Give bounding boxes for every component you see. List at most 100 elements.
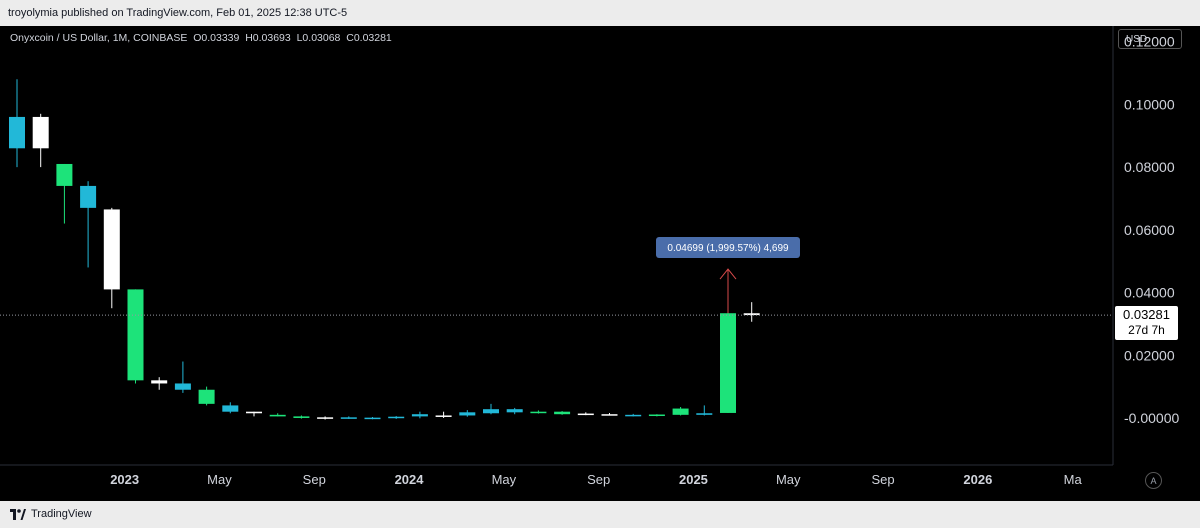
candle-body bbox=[506, 409, 523, 413]
candle-body bbox=[174, 383, 191, 390]
candle bbox=[269, 413, 286, 417]
candle-body bbox=[56, 163, 73, 186]
time-tick-label: Sep bbox=[303, 472, 326, 487]
candle-body bbox=[530, 411, 547, 414]
candle bbox=[696, 405, 713, 416]
candle-body bbox=[80, 185, 97, 208]
currency-label: USD bbox=[1126, 34, 1148, 45]
candle-body bbox=[222, 405, 239, 412]
auto-scale-label: A bbox=[1150, 476, 1157, 486]
candle-body bbox=[293, 416, 310, 418]
price-tick-label: -0.00000 bbox=[1124, 410, 1179, 426]
tradingview-logo-icon bbox=[10, 509, 26, 520]
last-price-value: 0.03281 bbox=[1123, 307, 1170, 322]
overlay-layer: 0.04699 (1,999.57%) 4,699 bbox=[0, 237, 1113, 316]
candle-body bbox=[743, 313, 760, 316]
candle-body bbox=[388, 416, 405, 419]
candle bbox=[222, 402, 239, 414]
candle-body bbox=[601, 414, 618, 416]
candle bbox=[32, 113, 49, 168]
ohlc-open: O0.03339 bbox=[193, 32, 240, 44]
last-price-label: 0.03281 27d 7h bbox=[1115, 306, 1178, 340]
price-axis[interactable]: 0.120000.100000.080000.060000.040000.020… bbox=[1124, 34, 1179, 426]
candle bbox=[648, 414, 665, 417]
footer-bar: TradingView bbox=[0, 501, 1200, 528]
candle-body bbox=[9, 116, 25, 149]
candle bbox=[577, 412, 594, 416]
candle bbox=[198, 386, 215, 406]
publish-header: troyolymia published on TradingView.com,… bbox=[0, 0, 1200, 26]
candle bbox=[174, 361, 191, 393]
measure-label-text: 0.04699 (1,999.57%) 4,699 bbox=[667, 243, 789, 254]
time-tick-label: Sep bbox=[587, 472, 610, 487]
time-tick-label: May bbox=[492, 472, 517, 487]
candle-body bbox=[246, 411, 262, 414]
candles-layer bbox=[9, 79, 760, 420]
candle-body bbox=[151, 380, 168, 384]
candle-body bbox=[554, 411, 571, 415]
price-tick-label: 0.02000 bbox=[1124, 347, 1175, 363]
candle-body bbox=[269, 414, 286, 417]
candle bbox=[459, 410, 476, 417]
candle bbox=[317, 416, 334, 420]
candle bbox=[388, 416, 405, 419]
ohlc-low: L0.03068 bbox=[296, 32, 341, 44]
time-tick-label: 2024 bbox=[395, 472, 425, 487]
time-tick-label: Ma bbox=[1064, 472, 1083, 487]
candle-body bbox=[720, 313, 736, 413]
candle bbox=[672, 406, 689, 416]
price-chart[interactable]: 0.120000.100000.080000.060000.040000.020… bbox=[0, 26, 1200, 501]
candle bbox=[554, 411, 571, 415]
candle-body bbox=[32, 116, 49, 149]
time-tick-label: Sep bbox=[871, 472, 894, 487]
candle bbox=[530, 410, 547, 414]
candle bbox=[151, 377, 168, 390]
price-tick-label: 0.10000 bbox=[1124, 96, 1175, 112]
candle bbox=[411, 411, 428, 419]
candle-body bbox=[696, 413, 713, 415]
candle bbox=[506, 407, 523, 415]
price-tick-label: 0.08000 bbox=[1124, 159, 1175, 175]
candle-body bbox=[364, 417, 381, 420]
candle bbox=[103, 207, 120, 309]
candle-body bbox=[459, 412, 476, 416]
candle-body bbox=[648, 414, 665, 417]
symbol-title: Onyxcoin / US Dollar, 1M, COINBASE bbox=[10, 32, 188, 44]
price-tick-label: 0.04000 bbox=[1124, 285, 1175, 301]
candle bbox=[364, 417, 381, 420]
bar-countdown: 27d 7h bbox=[1128, 323, 1165, 337]
ohlc-high: H0.03693 bbox=[245, 32, 291, 44]
candle-body bbox=[411, 414, 428, 417]
time-tick-label: 2026 bbox=[963, 472, 992, 487]
candle bbox=[80, 181, 97, 268]
candle bbox=[9, 79, 25, 168]
publish-text: troyolymia published on TradingView.com,… bbox=[8, 7, 348, 19]
candle bbox=[625, 413, 642, 417]
currency-selector[interactable]: USD bbox=[1118, 29, 1182, 49]
time-tick-label: May bbox=[207, 472, 232, 487]
chart-area[interactable]: 0.12000 0.10000 0.08000 0.06000 0.04000 0.020… bbox=[0, 26, 1200, 501]
symbol-legend: Onyxcoin / US Dollar, 1M, COINBASE O0.03… bbox=[10, 32, 392, 44]
candle-body bbox=[198, 389, 215, 404]
measure-label: 0.04699 (1,999.57%) 4,699 bbox=[656, 237, 800, 259]
candle bbox=[483, 403, 499, 415]
candle bbox=[435, 411, 452, 418]
candle-body bbox=[577, 413, 594, 416]
candle-body bbox=[625, 414, 642, 417]
time-tick-label: 2025 bbox=[679, 472, 708, 487]
auto-scale-button[interactable]: A bbox=[1145, 472, 1162, 489]
price-tick-label: 0.06000 bbox=[1124, 222, 1175, 238]
time-tick-label: May bbox=[776, 472, 801, 487]
candle-body bbox=[672, 408, 689, 415]
candle-body bbox=[103, 209, 120, 290]
candle bbox=[56, 163, 73, 224]
footer-brand: TradingView bbox=[31, 508, 92, 520]
candle-body bbox=[483, 409, 499, 414]
candle-body bbox=[340, 417, 357, 419]
candle bbox=[293, 415, 310, 419]
candle-body bbox=[127, 289, 144, 381]
candle bbox=[340, 416, 357, 419]
time-axis[interactable]: 2023 May Sep 2024 May Sep 2025 May Sep 2026 Ma bbox=[110, 472, 1082, 487]
candle-body bbox=[317, 417, 334, 419]
ohlc-close: C0.03281 bbox=[346, 32, 392, 44]
